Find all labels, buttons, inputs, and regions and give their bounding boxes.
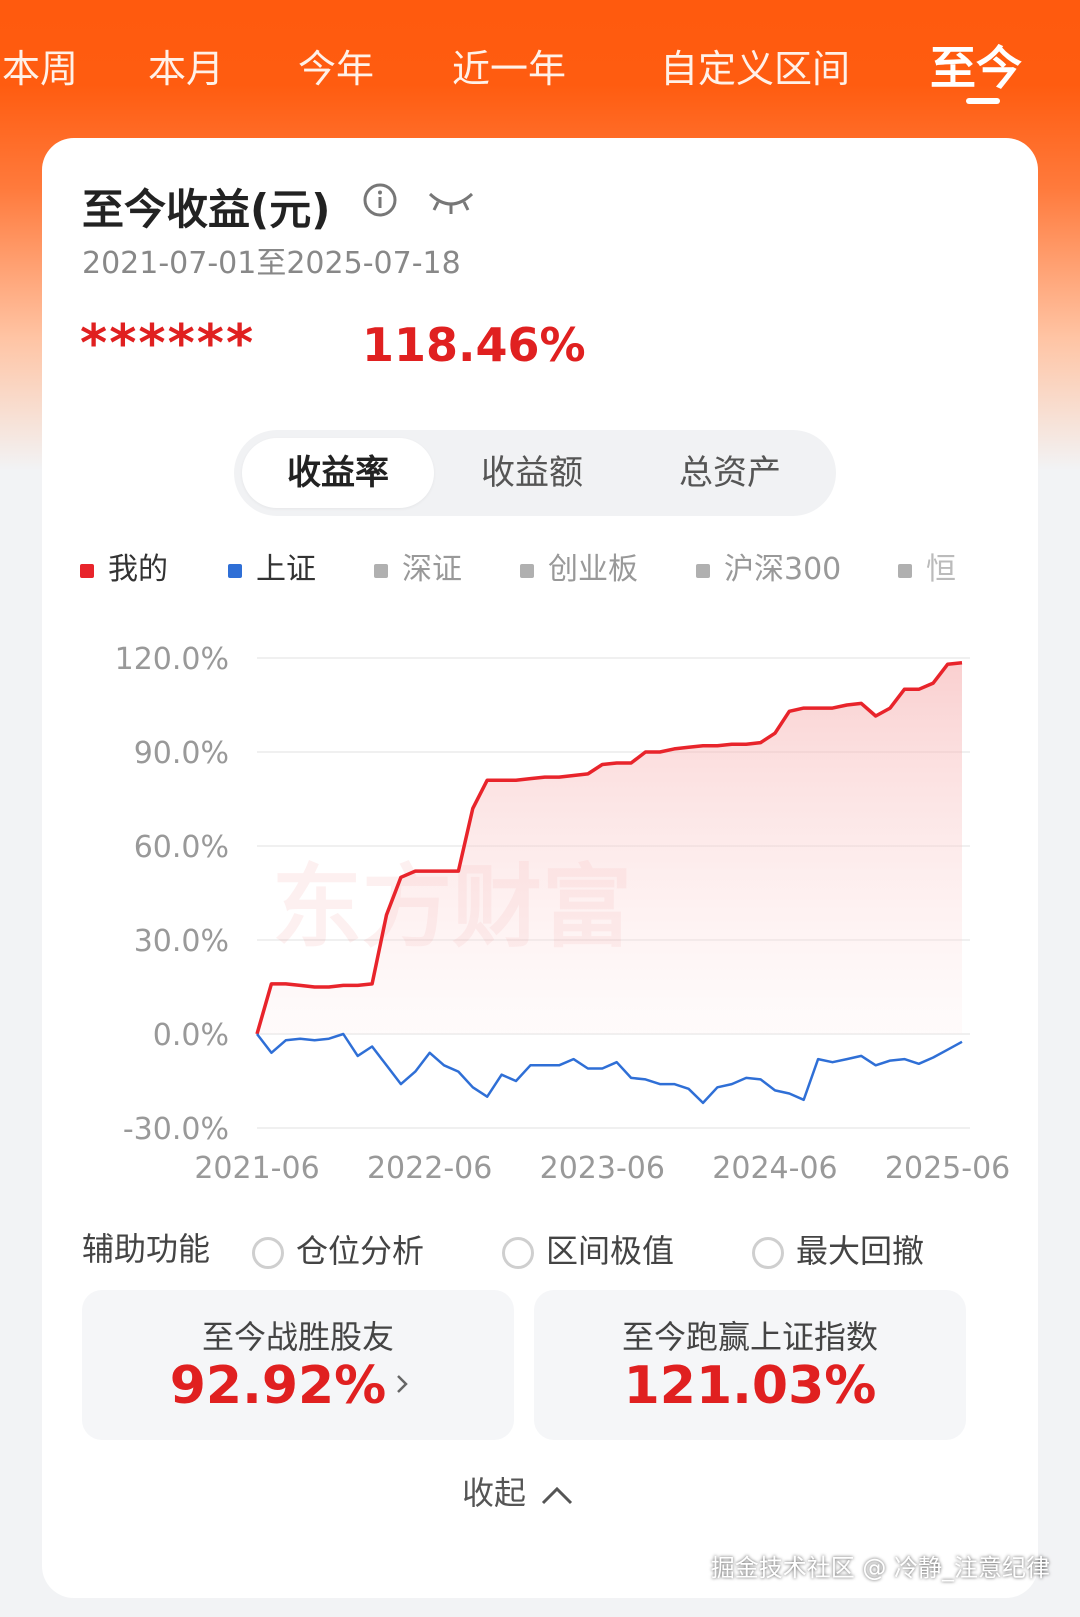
collapse-button[interactable]: 收起 [462,1468,574,1514]
radio-max-drawdown[interactable]: 最大回撤 [752,1226,924,1272]
legend-label: 创业板 [548,552,638,587]
radio-position-analysis[interactable]: 仓位分析 [252,1226,424,1272]
chevron-right-icon [397,1375,408,1393]
stat-value: 92.92% [169,1356,387,1416]
legend-swatch [80,563,94,578]
x-tick-label: 2024-06 [712,1151,837,1186]
legend-label: 沪深300 [724,552,842,587]
legend-swatch [228,563,242,578]
tab-custom-range[interactable]: 自定义区间 [660,38,850,93]
period-tabs: 本周 本月 今年 近一年 自定义区间 至今 [0,0,1080,130]
stat-label: 至今战胜股友 [201,1318,394,1356]
footer-watermark: 掘金技术社区 @ 冷静_注意纪律 [710,1554,1050,1582]
tab-this-month[interactable]: 本月 [148,38,224,93]
x-tick-label: 2025-06 [885,1151,1010,1186]
radio-range-extremes[interactable]: 区间极值 [502,1226,674,1272]
series-area-mine [257,662,962,1034]
legend-label: 恒 [926,552,956,587]
x-tick-label: 2023-06 [540,1151,665,1186]
tab-last-year[interactable]: 近一年 [452,38,566,93]
radio-label: 最大回撤 [796,1232,925,1270]
x-tick-label: 2022-06 [367,1151,492,1186]
legend-item-shanghai[interactable]: 上证 [228,544,316,588]
x-axis-labels: 2021-06 2022-06 2023-06 2024-06 2025-06 [194,1151,1010,1186]
y-tick-label: 120.0% [115,642,229,677]
legend-swatch [696,563,710,578]
aux-label: 辅助功能 [82,1230,211,1268]
auxiliary-functions: 辅助功能 仓位分析 区间极值 最大回撤 [82,1218,1002,1270]
legend-item-hangseng[interactable]: 恒 [898,544,956,588]
stat-beat-peers[interactable]: 至今战胜股友 92.92% [82,1290,514,1440]
legend-label: 上证 [256,552,316,587]
tab-this-year[interactable]: 今年 [298,38,374,93]
legend-item-shenzhen[interactable]: 深证 [374,544,462,588]
radio-circle [752,1237,784,1269]
y-tick-label: -30.0% [123,1112,229,1147]
chart-legend: 我的 上证 深证 创业板 沪深300 恒 [80,538,1000,588]
legend-label: 我的 [108,552,168,587]
tab-since-inception[interactable]: 至今 [930,32,1022,98]
eye-closed-icon[interactable] [426,186,476,216]
date-range: 2021-07-01至2025-07-18 [82,246,461,281]
y-tick-label: 30.0% [134,924,229,959]
legend-item-mine[interactable]: 我的 [80,544,168,588]
legend-swatch [374,563,388,578]
segment-return-amount[interactable]: 收益额 [436,438,628,508]
radio-circle [502,1237,534,1269]
y-tick-label: 0.0% [153,1018,229,1053]
radio-circle [252,1237,284,1269]
y-axis-labels: 120.0% 90.0% 60.0% 30.0% 0.0% -30.0% [115,642,229,1147]
legend-swatch [520,563,534,578]
tab-this-week[interactable]: 本周 [2,38,78,93]
y-tick-label: 90.0% [134,736,229,771]
segment-return-rate[interactable]: 收益率 [242,438,434,508]
stat-label: 至今跑赢上证指数 [621,1318,878,1356]
x-tick-label: 2021-06 [194,1151,319,1186]
info-icon[interactable] [362,182,398,218]
stat-beat-shanghai-index: 至今跑赢上证指数 121.03% [534,1290,966,1440]
card-title: 至今收益(元) [82,185,331,234]
series-line-shanghai [256,1032,963,1105]
returns-card: 至今收益(元) 2021-07-01至2025-07-18 ****** 118… [42,138,1038,1598]
radio-label: 仓位分析 [296,1232,425,1270]
legend-swatch [898,563,912,578]
metric-segmented-control: 收益率 收益额 总资产 [234,430,836,516]
legend-label: 深证 [402,552,462,587]
y-tick-label: 60.0% [134,830,229,865]
return-percentage: 118.46% [362,318,586,372]
active-tab-indicator [966,98,1000,104]
collapse-label: 收起 [462,1474,527,1512]
stat-value: 121.03% [623,1356,877,1416]
returns-chart[interactable]: 东方财富 120.0%90.0%60.0%30.0%0.0%-30.0% 202… [72,608,1012,1188]
legend-item-csi300[interactable]: 沪深300 [696,544,841,588]
segment-total-assets[interactable]: 总资产 [634,438,826,508]
chevron-up-icon [541,1486,573,1505]
legend-item-chinext[interactable]: 创业板 [520,544,638,588]
radio-label: 区间极值 [546,1232,675,1270]
masked-amount: ****** [80,314,256,374]
